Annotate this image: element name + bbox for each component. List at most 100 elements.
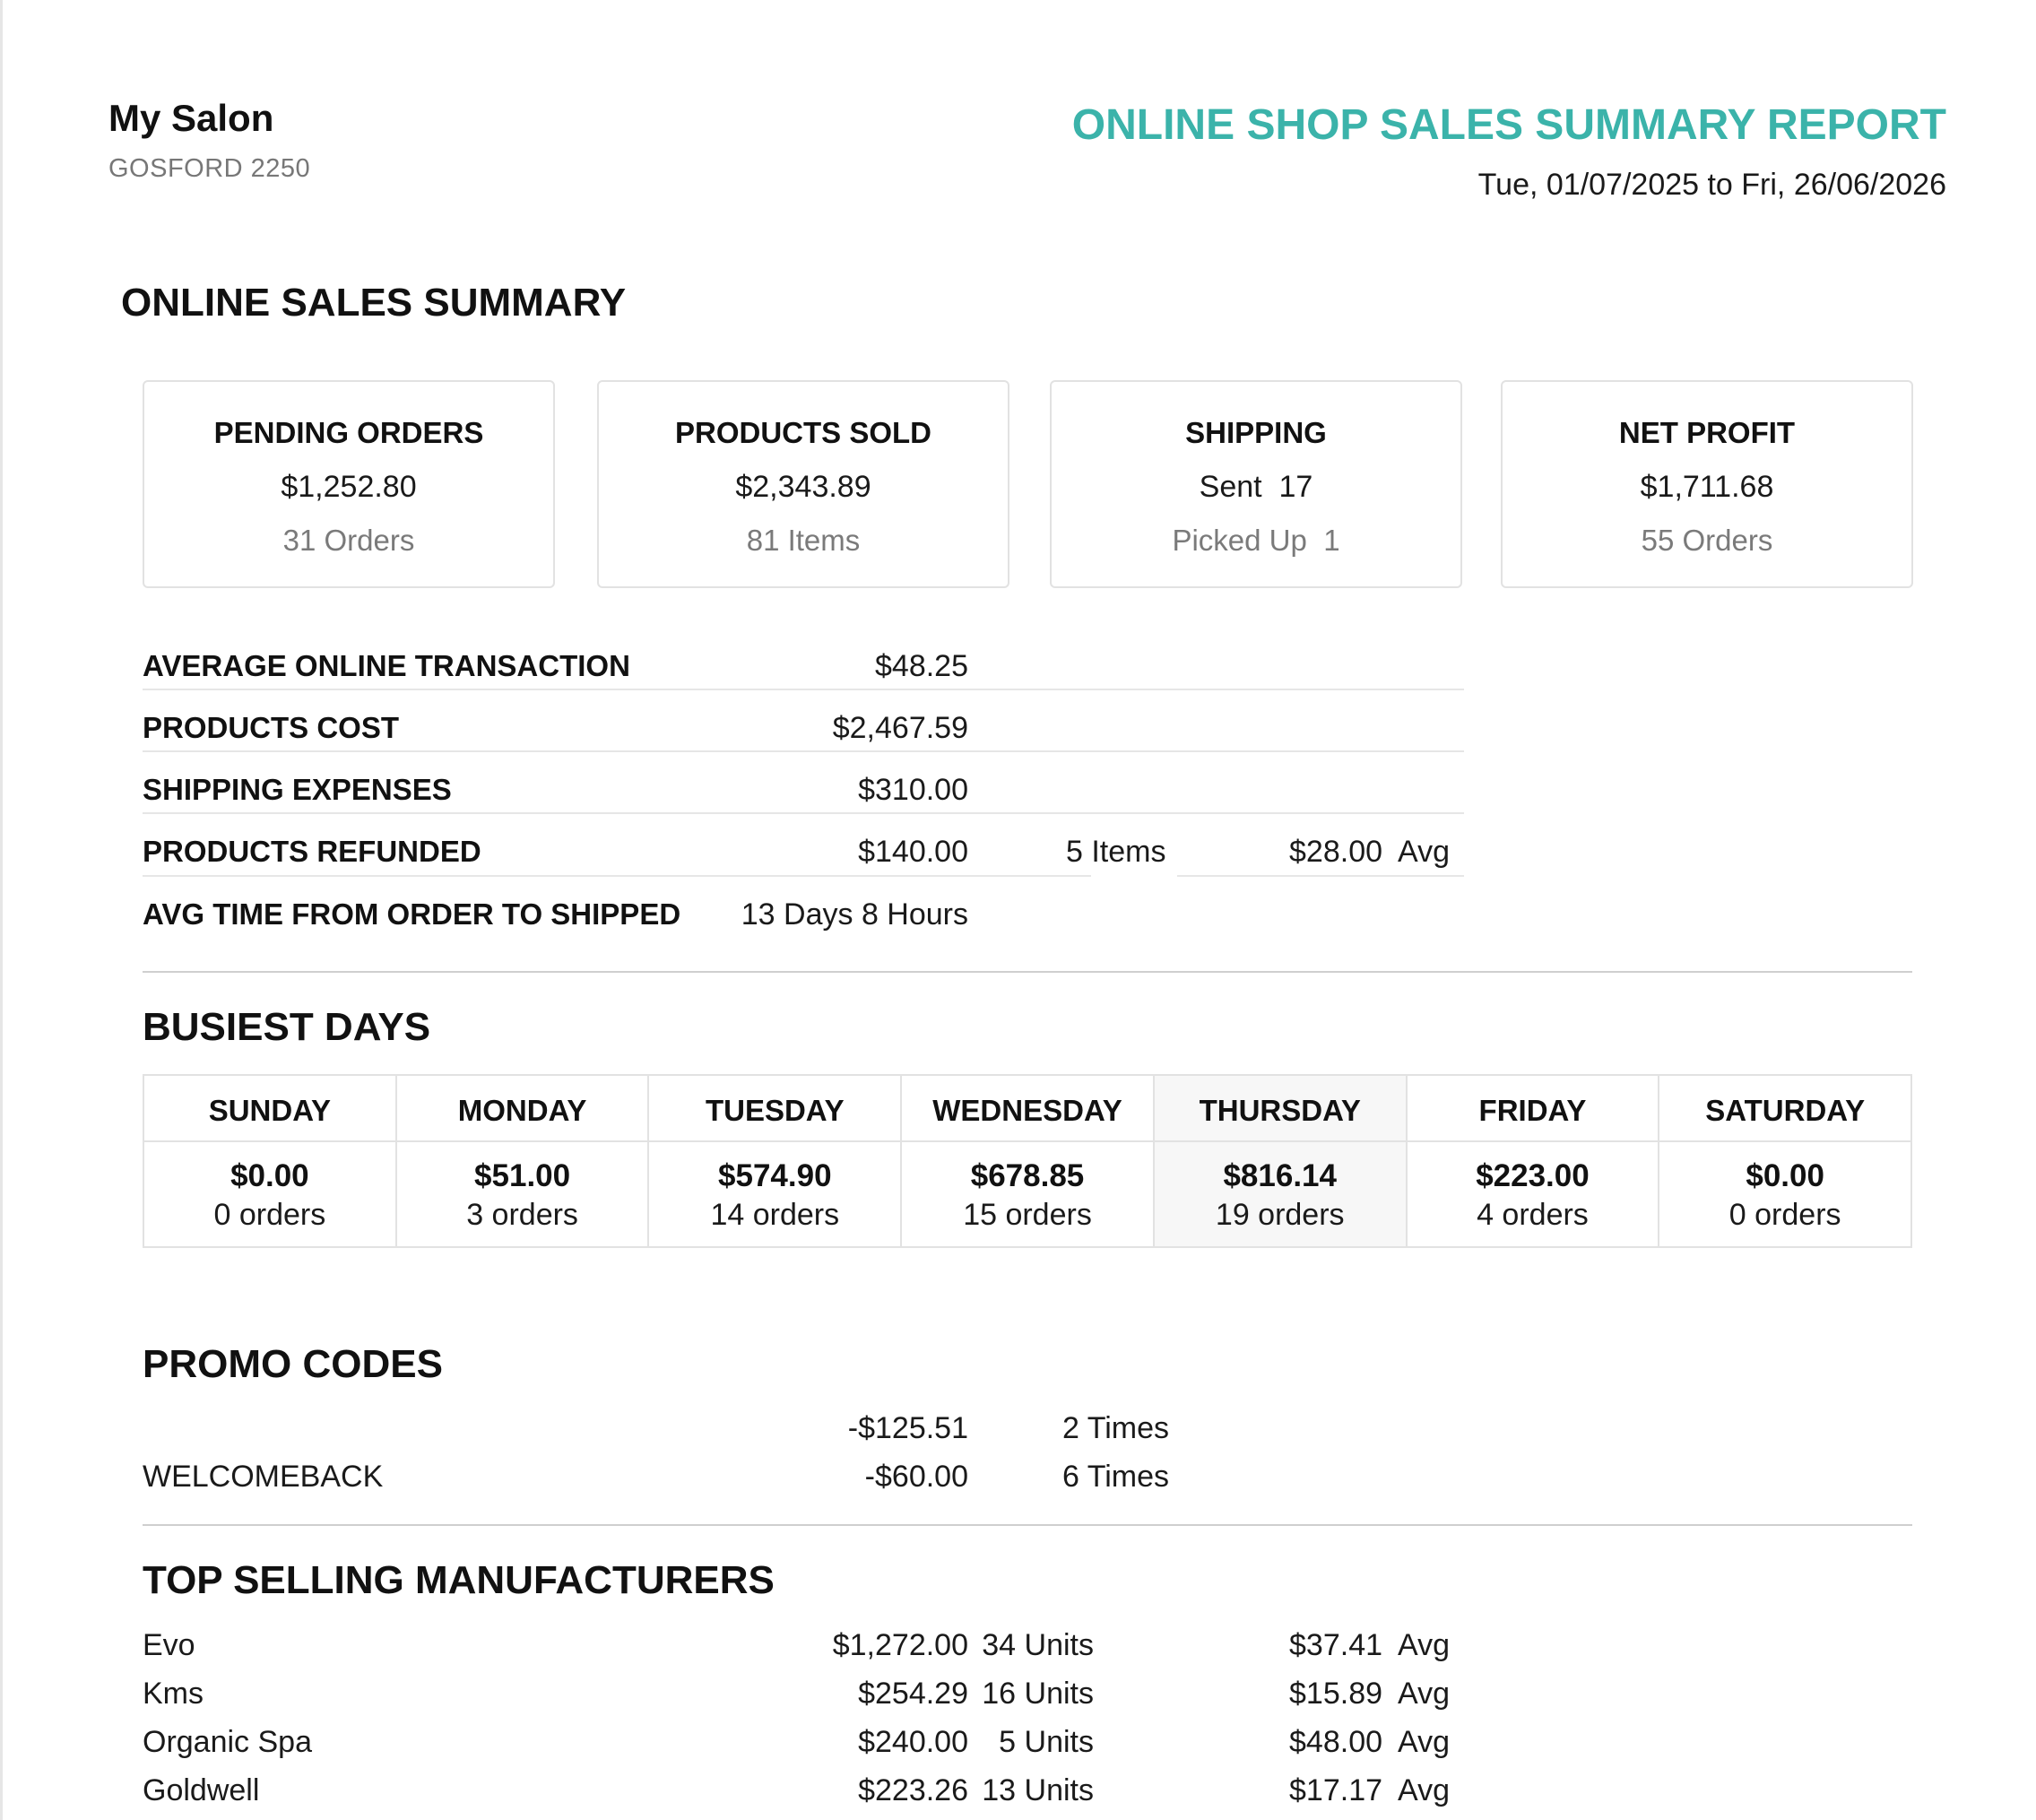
section-divider (143, 971, 1912, 973)
day-amount: $0.00 (1746, 1158, 1824, 1193)
card-title: SHIPPING (1185, 416, 1327, 449)
promo-codes-heading: PROMO CODES (143, 1342, 443, 1386)
day-amount: $223.00 (1476, 1158, 1590, 1193)
stat-label: AVERAGE ONLINE TRANSACTION (143, 649, 630, 682)
promo-code: WELCOMEBACK (143, 1460, 384, 1494)
card-title: PENDING ORDERS (213, 416, 484, 449)
day-sunday: SUNDAY $0.00 0 orders (144, 1076, 397, 1246)
summary-heading: ONLINE SALES SUMMARY (121, 281, 627, 325)
manufacturer-avg: $48.00 Avg (1289, 1725, 1450, 1759)
day-name: TUESDAY (705, 1094, 845, 1127)
row-rule (143, 750, 1464, 752)
day-name: WEDNESDAY (932, 1094, 1122, 1127)
manufacturer-units: 34 Units (982, 1628, 1094, 1662)
day-amount: $51.00 (474, 1158, 571, 1193)
day-orders: 14 orders (710, 1198, 840, 1232)
day-orders: 19 orders (1215, 1198, 1345, 1232)
manufacturer-avg: $17.17 Avg (1289, 1773, 1450, 1807)
busiest-days-table: SUNDAY $0.00 0 orders MONDAY $51.00 3 or… (143, 1074, 1912, 1248)
row-rule (143, 812, 1464, 814)
stat-items: 5 Items (1066, 835, 1166, 869)
card-net-profit: NET PROFIT $1,711.68 55 Orders (1501, 380, 1913, 588)
stat-value: $2,467.59 (832, 711, 968, 745)
salon-location: GOSFORD 2250 (108, 154, 311, 183)
stat-shipping-expenses: SHIPPING EXPENSES $310.00 (143, 757, 1464, 818)
card-sub: Picked Up 1 (1172, 524, 1340, 557)
day-name: SATURDAY (1705, 1094, 1866, 1127)
stat-value: $48.25 (875, 649, 968, 683)
manufacturer-name: Evo (143, 1628, 195, 1662)
day-amount: $574.90 (718, 1158, 832, 1193)
manufacturer-amount: $240.00 (858, 1725, 968, 1759)
manufacturer-units: 16 Units (982, 1677, 1094, 1711)
manufacturer-row: Kms $254.29 16 Units $15.89 Avg (143, 1671, 1464, 1718)
card-title: PRODUCTS SOLD (674, 416, 931, 449)
promo-row: WELCOMEBACK -$60.00 6 Times (143, 1454, 1464, 1501)
card-title: NET PROFIT (1618, 416, 1796, 449)
day-separator (1407, 1140, 1659, 1142)
day-amount: $0.00 (230, 1158, 309, 1193)
card-shipping: SHIPPING Sent 17 Picked Up 1 (1050, 380, 1462, 588)
manufacturer-amount: $254.29 (858, 1677, 968, 1711)
day-name: MONDAY (457, 1094, 587, 1127)
day-name: SUNDAY (208, 1094, 332, 1127)
manufacturer-row: Organic Spa $240.00 5 Units $48.00 Avg (143, 1720, 1464, 1766)
manufacturer-row: Evo $1,272.00 34 Units $37.41 Avg (143, 1623, 1464, 1669)
row-rule (1177, 875, 1464, 877)
stat-value: $310.00 (858, 773, 968, 807)
stat-label: SHIPPING EXPENSES (143, 773, 452, 806)
section-divider (143, 1524, 1912, 1526)
manufacturers-heading: TOP SELLING MANUFACTURERS (143, 1558, 775, 1602)
manufacturer-amount: $1,272.00 (832, 1628, 968, 1662)
stat-label: PRODUCTS COST (143, 711, 400, 744)
manufacturer-row: Goldwell $223.26 13 Units $17.17 Avg (143, 1768, 1464, 1815)
day-thursday: THURSDAY $816.14 19 orders (1154, 1076, 1408, 1246)
card-sub: 81 Items (746, 524, 861, 557)
stat-average-transaction: AVERAGE ONLINE TRANSACTION $48.25 (143, 633, 1464, 694)
stat-value: 13 Days 8 Hours (741, 897, 968, 932)
day-orders: 4 orders (1477, 1198, 1589, 1232)
day-saturday: SATURDAY $0.00 0 orders (1659, 1076, 1911, 1246)
stat-products-cost: PRODUCTS COST $2,467.59 (143, 695, 1464, 756)
card-sub: 55 Orders (1641, 524, 1773, 557)
day-amount: $678.85 (970, 1158, 1085, 1193)
card-pending-orders: PENDING ORDERS $1,252.80 31 Orders (143, 380, 555, 588)
busiest-days-heading: BUSIEST DAYS (143, 1005, 431, 1049)
stat-avg: $28.00 Avg (1289, 835, 1450, 869)
day-name: THURSDAY (1199, 1094, 1361, 1127)
row-rule (143, 875, 1091, 877)
day-separator (649, 1140, 901, 1142)
report-title: ONLINE SHOP SALES SUMMARY REPORT (1071, 101, 1946, 149)
card-value: $1,711.68 (1640, 470, 1774, 504)
card-products-sold: PRODUCTS SOLD $2,343.89 81 Items (597, 380, 1009, 588)
day-separator (902, 1140, 1153, 1142)
stat-products-refunded: PRODUCTS REFUNDED $140.00 5 Items $28.00… (143, 819, 1464, 880)
day-orders: 3 orders (466, 1198, 578, 1232)
salon-name: My Salon (108, 97, 274, 139)
manufacturer-name: Goldwell (143, 1773, 260, 1807)
promo-amount: -$125.51 (847, 1411, 968, 1445)
day-separator (1659, 1140, 1911, 1142)
manufacturer-name: Organic Spa (143, 1725, 312, 1759)
card-value: Sent 17 (1199, 470, 1313, 504)
day-monday: MONDAY $51.00 3 orders (396, 1076, 650, 1246)
stat-label: PRODUCTS REFUNDED (143, 835, 481, 868)
day-orders: 0 orders (213, 1198, 326, 1232)
page-edge-line (0, 0, 3, 1820)
promo-amount: -$60.00 (864, 1460, 968, 1494)
promo-row: -$125.51 2 Times (143, 1406, 1464, 1452)
day-tuesday: TUESDAY $574.90 14 orders (649, 1076, 903, 1246)
day-separator (1154, 1140, 1406, 1142)
stat-avg-time-shipped: AVG TIME FROM ORDER TO SHIPPED 13 Days 8… (143, 881, 1464, 942)
manufacturer-avg: $37.41 Avg (1289, 1628, 1450, 1662)
card-value: $1,252.80 (281, 470, 417, 504)
day-name: FRIDAY (1478, 1094, 1587, 1127)
manufacturer-amount: $223.26 (858, 1773, 968, 1807)
day-separator (144, 1140, 395, 1142)
day-friday: FRIDAY $223.00 4 orders (1407, 1076, 1660, 1246)
promo-times: 6 Times (1062, 1460, 1170, 1494)
day-orders: 15 orders (963, 1198, 1092, 1232)
day-amount: $816.14 (1223, 1158, 1337, 1193)
day-orders: 0 orders (1728, 1198, 1841, 1232)
report-date-range: Tue, 01/07/2025 to Fri, 26/06/2026 (1477, 168, 1946, 202)
